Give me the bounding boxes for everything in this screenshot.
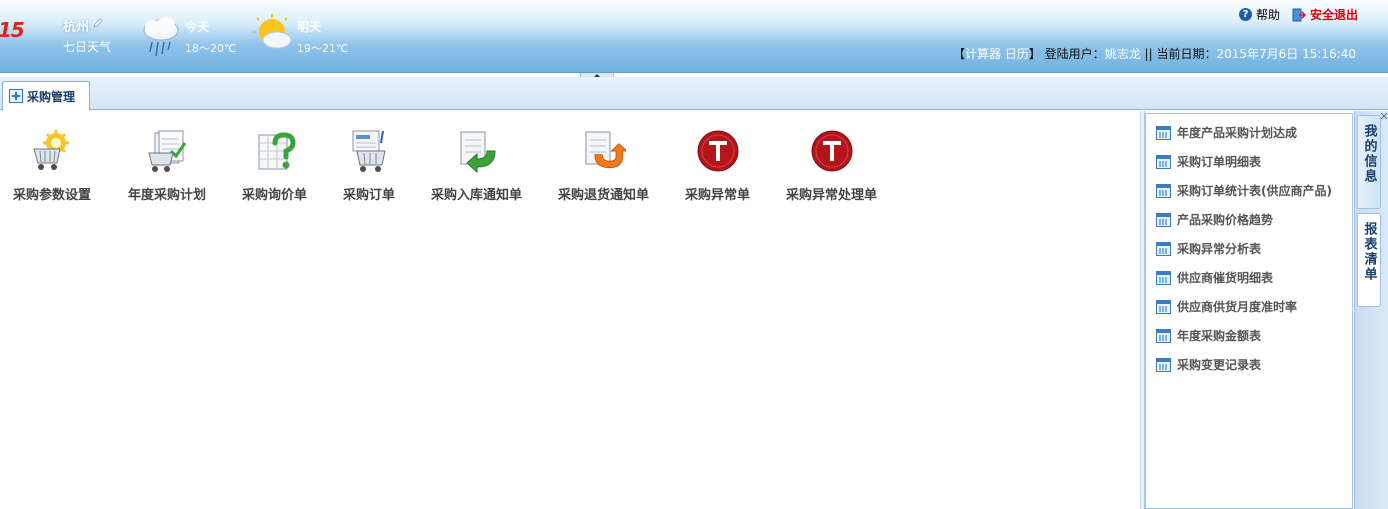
report-item[interactable]: 供应商催货明细表 <box>1156 269 1273 286</box>
user-info-bar: 【计算器 日历】 登陆用户：姚志龙 || 当前日期：2015年7月6日 15:1… <box>953 45 1356 62</box>
tab-strip: 采购管理 <box>0 77 1388 111</box>
calendar-grid-icon <box>1156 241 1171 256</box>
calculator-link[interactable]: 计算器 <box>965 47 1001 61</box>
side-tab-label: 我的信息 <box>1361 124 1377 184</box>
exit-icon[interactable] <box>1292 8 1306 22</box>
calendar-grid-icon <box>1156 212 1171 227</box>
calendar-grid-icon <box>1156 328 1171 343</box>
top-header: 15 杭州 七日天气 今天 18～20℃ 明天 19～21℃ ? 帮助 安全退出 <box>0 0 1388 73</box>
inquiry-question-icon <box>258 132 296 170</box>
cart-plan-icon <box>148 130 187 172</box>
function-label: 采购订单 <box>343 188 396 203</box>
function-label: 采购异常单 <box>685 188 751 203</box>
calendar-grid-icon <box>1156 183 1171 198</box>
function-item[interactable]: 采购入库通知单 <box>431 129 522 203</box>
tomorrow-label: 明天 <box>297 20 322 34</box>
report-label: 年度产品采购计划达成 <box>1177 126 1298 140</box>
return-arrow-icon <box>585 131 628 169</box>
function-item[interactable]: 采购退货通知单 <box>558 129 649 203</box>
city-name[interactable]: 杭州 <box>63 16 89 35</box>
cart-order-icon <box>352 130 386 172</box>
function-label: 采购退货通知单 <box>558 188 650 203</box>
current-date-label: 当前日期： <box>1156 47 1217 61</box>
side-tab-strip: 我的信息 报表清单 <box>1354 111 1388 509</box>
current-date-value: 2015年7月6日 15:16:40 <box>1216 47 1356 61</box>
today-label: 今天 <box>185 20 210 34</box>
pencil-icon[interactable] <box>93 18 103 28</box>
side-tab-my-info[interactable]: 我的信息 <box>1357 115 1381 209</box>
function-item[interactable]: 采购询价单 <box>242 129 307 203</box>
function-item[interactable]: 采购异常处理单 <box>786 129 877 203</box>
report-item[interactable]: 采购异常分析表 <box>1156 240 1261 257</box>
report-item[interactable]: 产品采购价格趋势 <box>1156 211 1273 228</box>
report-label: 采购变更记录表 <box>1177 358 1262 372</box>
tab-purchase-management[interactable]: 采购管理 <box>2 81 90 111</box>
login-user-name: 姚志龙 <box>1104 47 1141 61</box>
function-area: 采购参数设置 年度采购计划 采购询价单 采购订单 采购入库通知单 采购退货通知单… <box>0 111 1140 509</box>
report-label: 采购异常分析表 <box>1177 242 1262 256</box>
function-item[interactable]: 采购订单 <box>343 129 395 203</box>
inbound-arrow-icon <box>460 131 496 174</box>
report-label: 供应商供货月度准时率 <box>1177 300 1298 314</box>
expand-icon <box>9 89 23 103</box>
tools-bracket-open: 【 <box>952 47 965 61</box>
calendar-grid-icon <box>1156 125 1171 140</box>
calendar-link[interactable]: 日历 <box>1005 47 1029 61</box>
report-label: 产品采购价格趋势 <box>1177 213 1274 227</box>
seven-day-weather-link[interactable]: 七日天气 <box>63 38 111 55</box>
report-list-panel: 年度产品采购计划达成 采购订单明细表 采购订单统计表(供应商产品) 产品采购价格… <box>1145 113 1353 509</box>
side-tab-report-list[interactable]: 报表清单 <box>1357 213 1381 307</box>
logout-link[interactable]: 安全退出 <box>1310 6 1358 23</box>
calendar-grid-icon <box>1156 357 1171 372</box>
calendar-grid-icon <box>1156 270 1171 285</box>
side-tab-label: 报表清单 <box>1361 222 1377 282</box>
calendar-grid-icon <box>1156 299 1171 314</box>
function-label: 年度采购计划 <box>128 188 207 203</box>
sun-cloud-icon <box>253 14 292 49</box>
report-item[interactable]: 采购订单统计表(供应商产品) <box>1156 182 1332 199</box>
logo: 15 <box>0 18 25 42</box>
report-label: 年度采购金额表 <box>1177 329 1262 343</box>
help-link[interactable]: 帮助 <box>1256 6 1280 23</box>
rain-cloud-icon <box>143 17 179 57</box>
report-label: 供应商催货明细表 <box>1177 271 1274 285</box>
calendar-grid-icon <box>1156 154 1171 169</box>
function-item[interactable]: 采购异常单 <box>685 129 750 203</box>
info-separator: || <box>1144 47 1153 61</box>
report-item[interactable]: 年度采购金额表 <box>1156 327 1261 344</box>
function-label: 采购参数设置 <box>13 188 92 203</box>
function-item[interactable]: 年度采购计划 <box>128 129 206 203</box>
top-links: ? 帮助 安全退出 <box>1238 6 1358 23</box>
function-label: 采购询价单 <box>242 188 308 203</box>
function-item[interactable]: 采购参数设置 <box>13 129 91 203</box>
exception-icon <box>697 130 738 172</box>
exception-handle-icon <box>811 130 852 172</box>
report-item[interactable]: 供应商供货月度准时率 <box>1156 298 1297 315</box>
function-label: 采购入库通知单 <box>431 188 523 203</box>
close-icon[interactable] <box>1380 111 1388 121</box>
report-label: 采购订单明细表 <box>1177 155 1262 169</box>
report-item[interactable]: 采购订单明细表 <box>1156 153 1261 170</box>
report-item[interactable]: 年度产品采购计划达成 <box>1156 124 1297 141</box>
today-temp: 18～20℃ <box>185 42 237 55</box>
function-label: 采购异常处理单 <box>786 188 878 203</box>
cart-settings-icon <box>33 130 69 170</box>
help-icon[interactable]: ? <box>1238 8 1252 21</box>
report-item[interactable]: 采购变更记录表 <box>1156 356 1261 373</box>
report-label: 采购订单统计表(供应商产品) <box>1177 184 1332 198</box>
tools-bracket-close: 】 <box>1028 47 1041 61</box>
tomorrow-temp: 19～21℃ <box>297 42 349 55</box>
tab-label: 采购管理 <box>27 89 76 104</box>
login-user-label: 登陆用户： <box>1044 47 1105 61</box>
